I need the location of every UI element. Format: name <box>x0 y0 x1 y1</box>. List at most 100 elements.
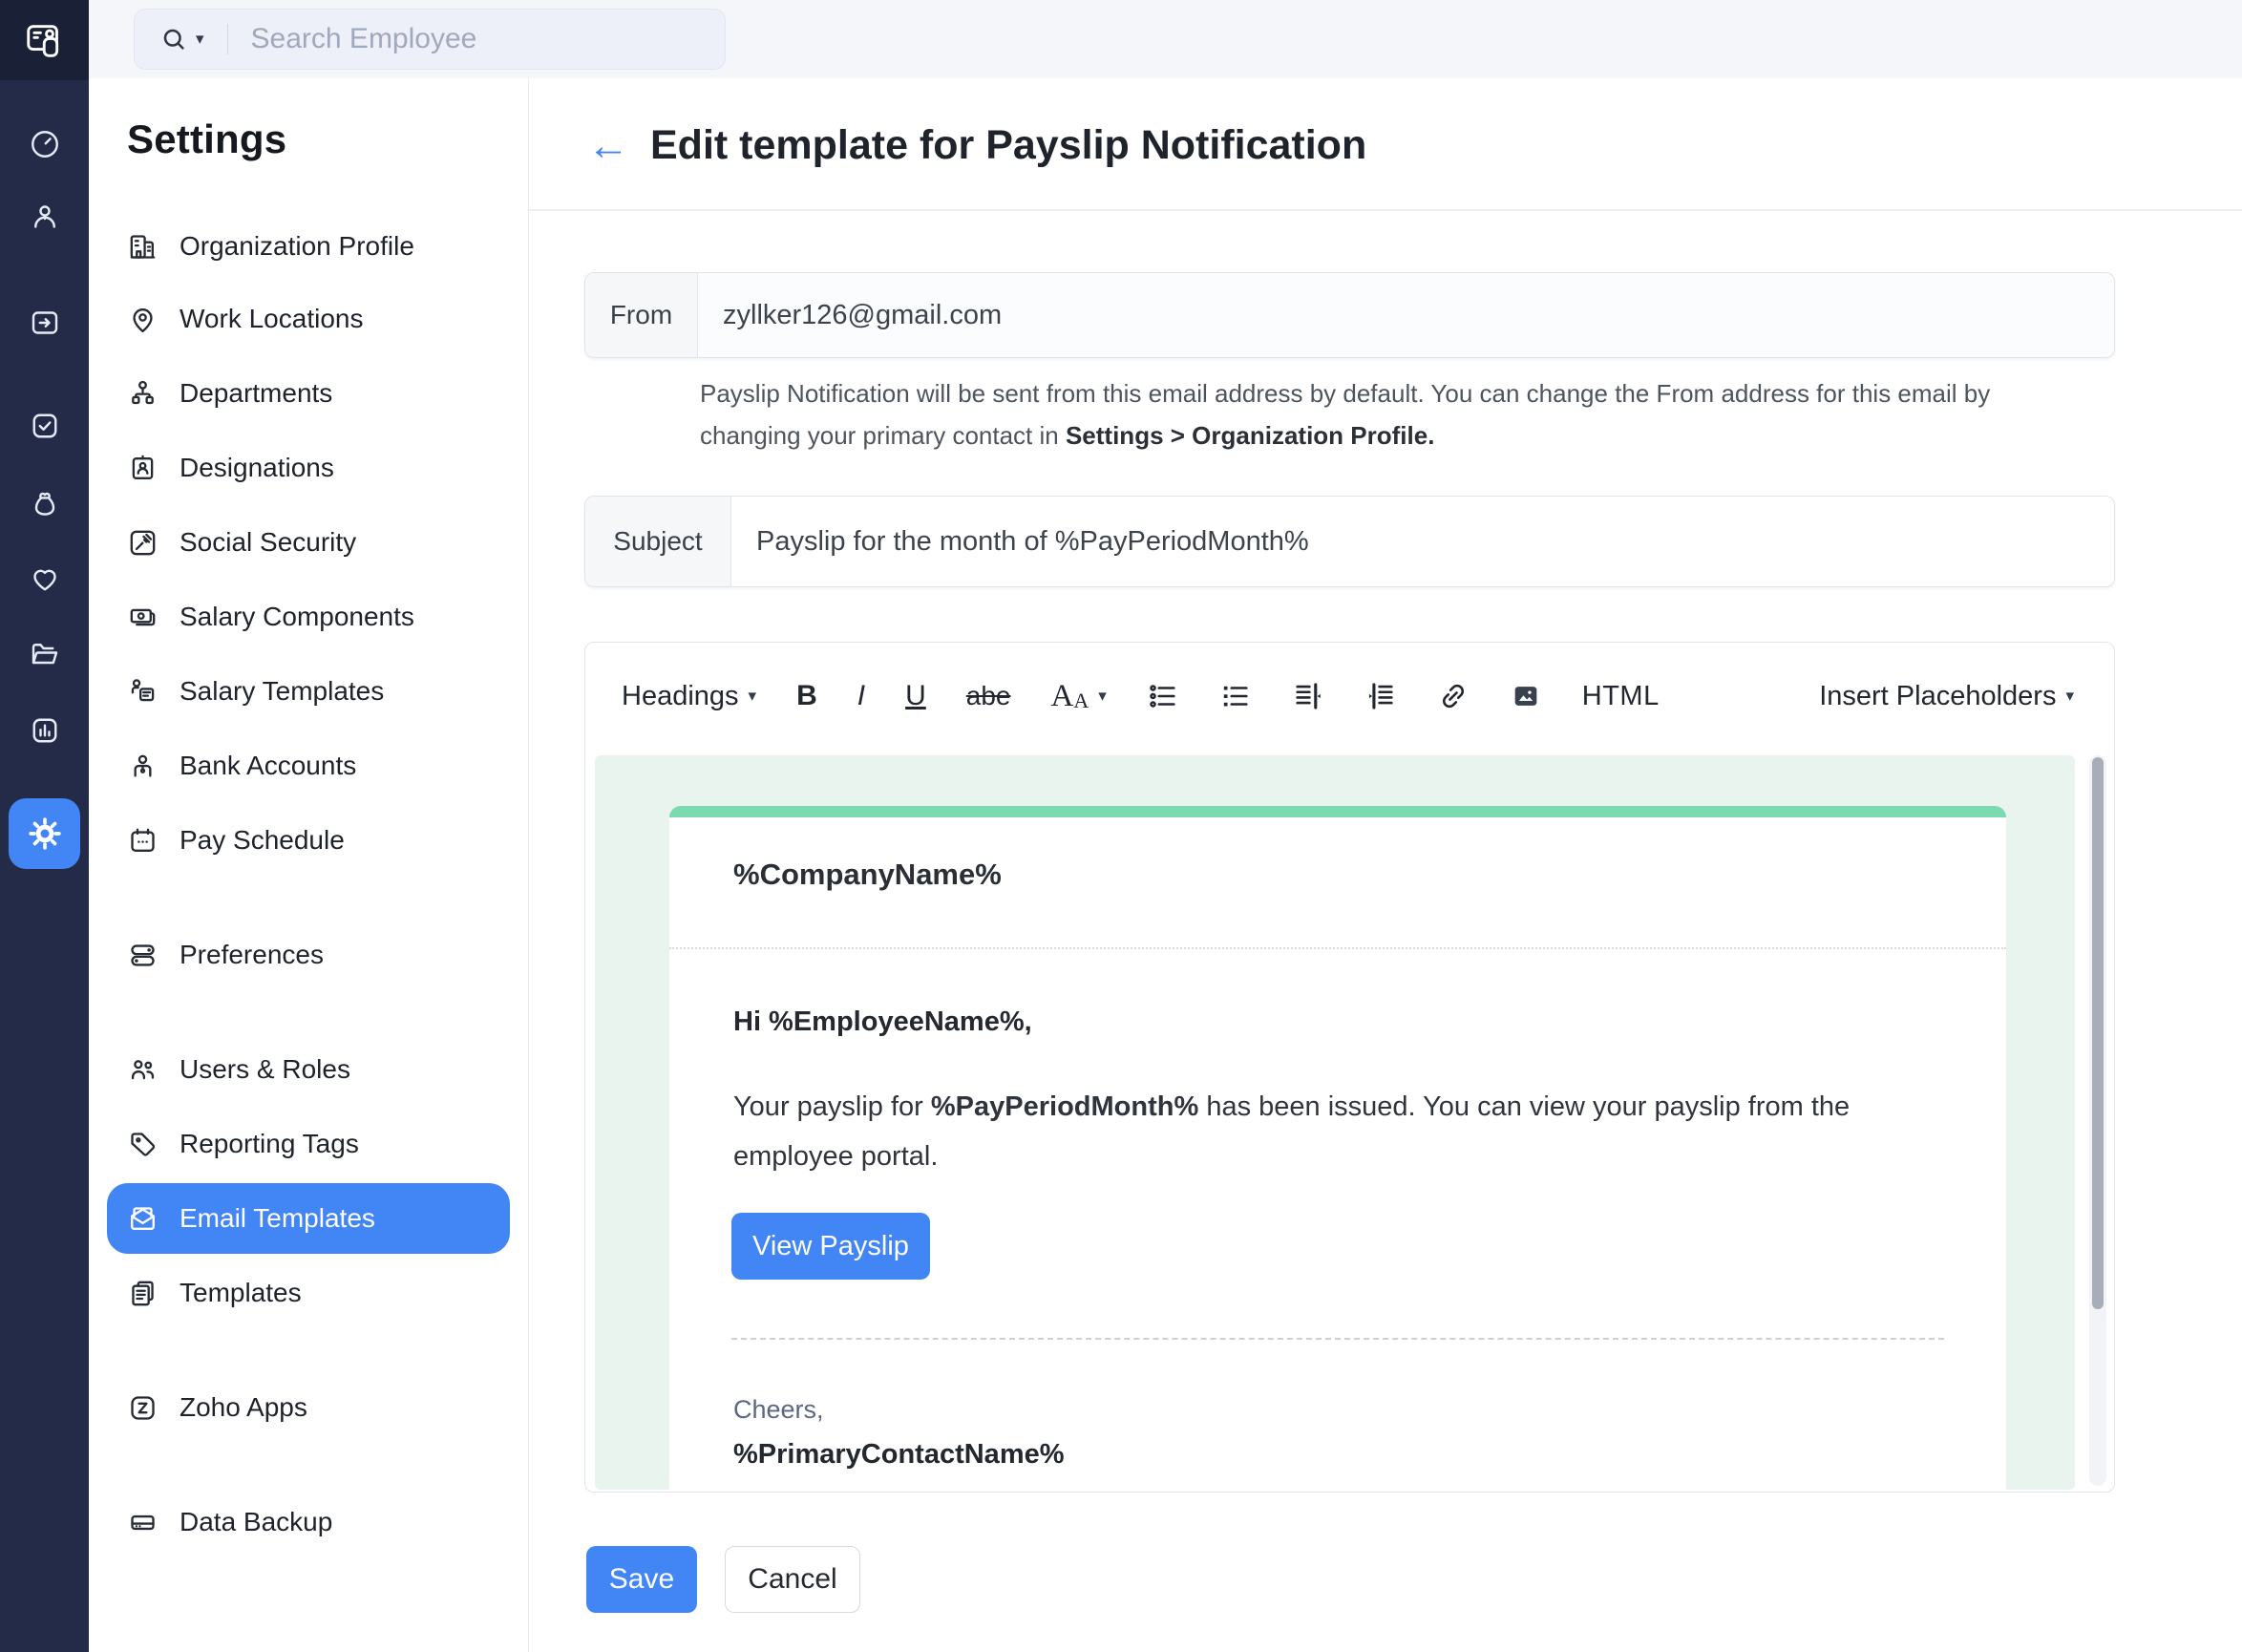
sidebar-item-designations[interactable]: Designations <box>107 438 510 498</box>
sidebar-item-label: Reporting Tags <box>180 1129 359 1159</box>
email-preview-card: %CompanyName% Hi %EmployeeName%, Your pa… <box>669 806 2006 1490</box>
headings-dropdown[interactable]: Headings▾ <box>622 681 756 712</box>
benefits-icon[interactable] <box>0 561 89 596</box>
zoho-icon <box>127 1392 159 1424</box>
sidebar-item-templates[interactable]: Templates <box>107 1263 510 1323</box>
sidebar-item-label: Preferences <box>180 940 324 970</box>
org-chart-icon <box>127 378 159 410</box>
sidebar-item-salary-templates[interactable]: Salary Templates <box>107 662 510 721</box>
sidebar-item-users-roles[interactable]: Users & Roles <box>107 1040 510 1099</box>
sidebar-item-label: Salary Templates <box>180 676 384 707</box>
bold-button[interactable]: B <box>796 680 817 712</box>
link-button[interactable] <box>1437 680 1470 712</box>
html-button[interactable]: HTML <box>1582 681 1660 712</box>
sidebar-item-salary-components[interactable]: Salary Components <box>107 587 510 646</box>
font-size-dropdown[interactable]: AA▾ <box>1050 679 1106 714</box>
payroll-logo-icon[interactable] <box>0 0 89 80</box>
company-name-placeholder: %CompanyName% <box>733 858 1002 892</box>
search-divider <box>227 24 228 54</box>
calendar-icon <box>127 825 159 857</box>
numbered-list-button[interactable] <box>1219 680 1252 712</box>
save-button[interactable]: Save <box>586 1546 697 1613</box>
editor-body[interactable]: %CompanyName% Hi %EmployeeName%, Your pa… <box>585 750 2114 1492</box>
settings-sidebar: Settings Organization Profile Work Locat… <box>89 78 529 1652</box>
page-title: Edit template for Payslip Notification <box>650 122 1366 169</box>
back-arrow-icon[interactable]: ← <box>587 125 629 167</box>
page-header: ← Edit template for Payslip Notification <box>587 122 1366 169</box>
envelope-icon <box>127 1203 159 1235</box>
body-text: Your payslip for %PayPeriodMonth% has be… <box>733 1082 1908 1181</box>
cancel-button[interactable]: Cancel <box>725 1546 860 1613</box>
main-content: ← Edit template for Payslip Notification… <box>529 78 2242 1652</box>
outdent-button[interactable] <box>1292 680 1324 712</box>
users-icon <box>127 1054 159 1086</box>
underline-button[interactable]: U <box>905 680 926 712</box>
search-input[interactable]: ▾ Search Employee <box>134 9 726 70</box>
dashboard-icon[interactable] <box>0 127 89 161</box>
reports-icon[interactable] <box>0 713 89 748</box>
pay-runs-icon[interactable] <box>0 487 89 521</box>
insert-placeholders-dropdown[interactable]: Insert Placeholders▾ <box>1819 681 2074 712</box>
subject-label: Subject <box>585 497 731 586</box>
leave-icon[interactable] <box>0 306 89 340</box>
italic-button[interactable]: I <box>857 680 865 712</box>
bullet-list-button[interactable] <box>1147 680 1179 712</box>
sidebar-item-preferences[interactable]: Preferences <box>107 925 510 985</box>
sidebar-item-label: Salary Components <box>180 602 414 632</box>
sidebar-item-data-backup[interactable]: Data Backup <box>107 1493 510 1552</box>
sidebar-item-social-security[interactable]: Social Security <box>107 513 510 572</box>
documents-icon <box>127 1278 159 1309</box>
indent-button[interactable] <box>1364 680 1397 712</box>
map-pin-icon <box>127 304 159 335</box>
from-help-text: Payslip Notification will be sent from t… <box>700 372 2094 456</box>
strikethrough-button[interactable]: abe <box>966 681 1011 711</box>
from-field: From zyllker126@gmail.com <box>584 272 2115 358</box>
sidebar-item-label: Departments <box>180 378 332 409</box>
editor-toolbar: Headings▾ B I U abe AA▾ HTML Insert Plac… <box>585 643 2114 750</box>
sidebar-item-label: Email Templates <box>180 1203 375 1234</box>
employees-icon[interactable] <box>0 200 89 234</box>
approvals-icon[interactable] <box>0 409 89 443</box>
subject-field: Subject Payslip for the month of %PayPer… <box>584 496 2115 587</box>
email-canvas: %CompanyName% Hi %EmployeeName%, Your pa… <box>595 755 2075 1490</box>
card-body: %CompanyName% Hi %EmployeeName%, Your pa… <box>669 817 2006 1490</box>
sidebar-item-label: Social Security <box>180 527 356 558</box>
from-value-input[interactable]: zyllker126@gmail.com <box>698 273 2114 357</box>
editor-scrollbar-thumb[interactable] <box>2092 757 2104 1309</box>
sidebar-title: Settings <box>127 116 286 162</box>
toggles-icon <box>127 940 159 971</box>
sidebar-item-label: Organization Profile <box>180 231 414 262</box>
image-button[interactable] <box>1510 680 1542 712</box>
sidebar-item-organization-profile[interactable]: Organization Profile <box>107 217 510 276</box>
dotted-divider <box>669 947 2006 949</box>
sidebar-item-email-templates[interactable]: Email Templates <box>107 1183 510 1254</box>
card-accent-bar <box>669 806 2006 817</box>
sidebar-item-label: Designations <box>180 453 334 483</box>
sidebar-item-reporting-tags[interactable]: Reporting Tags <box>107 1114 510 1174</box>
chevron-down-icon: ▾ <box>1098 687 1107 706</box>
search-placeholder: Search Employee <box>251 23 477 55</box>
person-bank-icon <box>127 751 159 782</box>
sidebar-item-departments[interactable]: Departments <box>107 364 510 423</box>
building-icon <box>127 231 159 263</box>
sidebar-item-zoho-apps[interactable]: Zoho Apps <box>107 1378 510 1437</box>
subject-value-input[interactable]: Payslip for the month of %PayPeriodMonth… <box>731 497 2114 586</box>
id-card-icon <box>127 453 159 484</box>
sidebar-item-label: Zoho Apps <box>180 1392 307 1423</box>
documents-icon[interactable] <box>0 637 89 671</box>
search-icon <box>159 25 188 53</box>
dashed-divider <box>731 1338 1944 1340</box>
email-template-editor: Headings▾ B I U abe AA▾ HTML Insert Plac… <box>584 642 2115 1493</box>
settings-icon[interactable] <box>9 798 80 869</box>
view-payslip-button[interactable]: View Payslip <box>731 1213 930 1280</box>
chevron-down-icon: ▾ <box>2065 687 2074 706</box>
sidebar-item-label: Data Backup <box>180 1507 332 1537</box>
sidebar-item-label: Users & Roles <box>180 1054 350 1085</box>
sidebar-item-work-locations[interactable]: Work Locations <box>107 289 510 349</box>
sidebar-item-pay-schedule[interactable]: Pay Schedule <box>107 811 510 870</box>
sidebar-item-label: Templates <box>180 1278 302 1308</box>
search-scope-caret-icon[interactable]: ▾ <box>196 30 204 49</box>
topbar: ▾ Search Employee <box>89 0 2242 78</box>
sidebar-item-bank-accounts[interactable]: Bank Accounts <box>107 736 510 795</box>
sidebar-item-label: Work Locations <box>180 304 363 334</box>
